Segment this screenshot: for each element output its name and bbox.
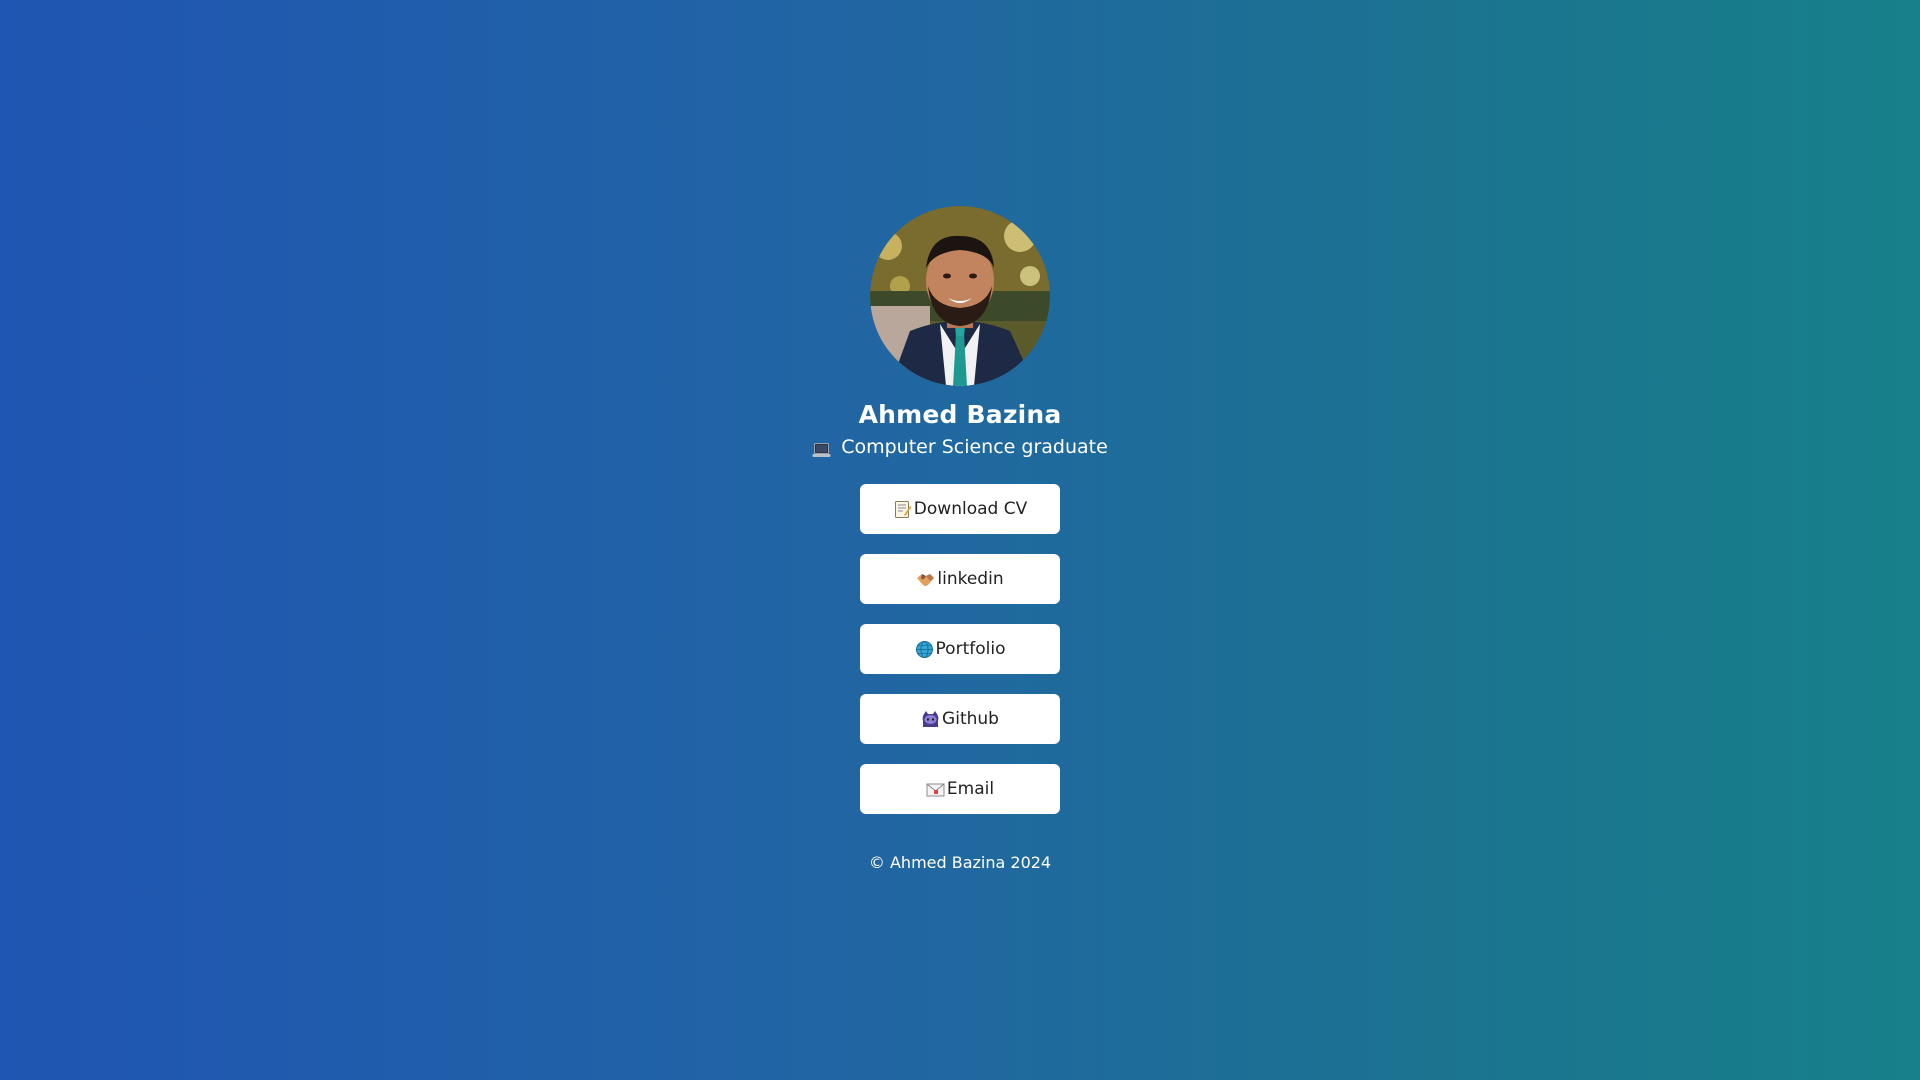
profile-photo-icon <box>870 206 1050 386</box>
download-cv-button[interactable]: Download CV <box>860 484 1060 534</box>
subtitle-text: Computer Science graduate <box>841 436 1108 458</box>
linkedin-label: linkedin <box>937 569 1004 589</box>
link-list: Download CV linkedin Portfolio Github Em… <box>860 484 1060 814</box>
linkedin-button[interactable]: linkedin <box>860 554 1060 604</box>
octocat-icon <box>921 710 940 729</box>
github-button[interactable]: Github <box>860 694 1060 744</box>
footer-copyright: © Ahmed Bazina 2024 <box>868 853 1052 872</box>
email-button[interactable]: Email <box>860 764 1060 814</box>
profile-card: Ahmed Bazina Computer Science graduate D… <box>0 206 1920 874</box>
portfolio-label: Portfolio <box>935 639 1006 659</box>
avatar <box>870 206 1050 386</box>
github-label: Github <box>942 709 999 729</box>
memo-icon <box>893 500 912 519</box>
laptop-icon <box>812 439 831 457</box>
profile-subtitle: Computer Science graduate <box>812 434 1108 460</box>
portfolio-button[interactable]: Portfolio <box>860 624 1060 674</box>
profile-name: Ahmed Bazina <box>858 400 1062 429</box>
email-label: Email <box>946 779 995 799</box>
download-cv-label: Download CV <box>913 499 1028 519</box>
globe-icon <box>915 640 934 659</box>
envelope-icon <box>926 780 945 799</box>
handshake-icon <box>916 570 935 589</box>
